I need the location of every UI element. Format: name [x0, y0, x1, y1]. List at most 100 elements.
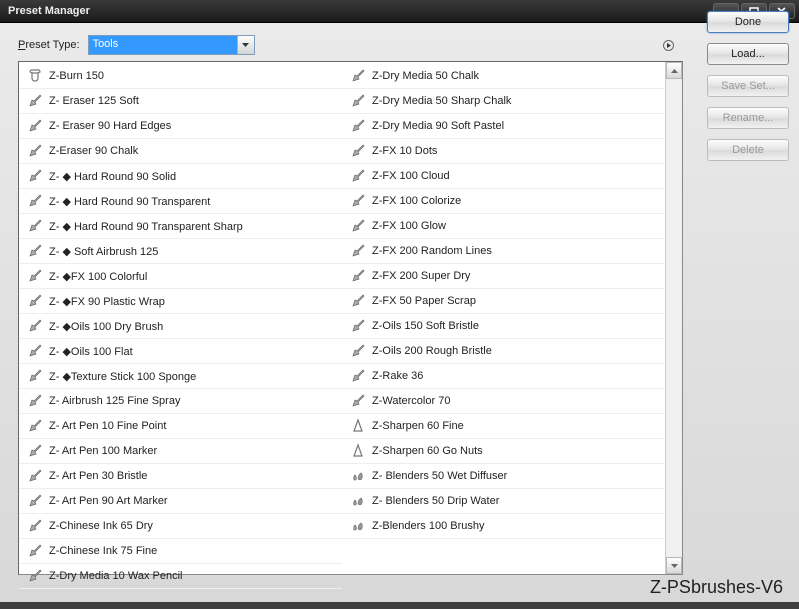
brush-icon — [27, 468, 43, 484]
preset-item-label: Z-Sharpen 60 Go Nuts — [372, 445, 483, 457]
preset-list-column: Z-Burn 150 Z- Eraser 125 Soft Z- Eraser 90… — [19, 62, 342, 574]
preset-item[interactable]: Z- ◆ Hard Round 90 Transparent Sharp — [19, 214, 342, 239]
preset-item-label: Z- ◆FX 100 Colorful — [49, 270, 147, 283]
done-button[interactable]: Done — [707, 11, 789, 33]
brush-icon — [350, 193, 366, 209]
preset-item-label: Z- ◆Texture Stick 100 Sponge — [49, 370, 196, 383]
chevron-down-icon[interactable] — [237, 36, 254, 54]
preset-item[interactable]: Z- ◆ Hard Round 90 Solid — [19, 164, 342, 189]
watermark-text: Z-PSbrushes-V6 — [650, 577, 783, 598]
smudge-icon — [350, 518, 366, 534]
preset-item-label: Z-FX 200 Super Dry — [372, 270, 470, 282]
preset-item-label: Z-FX 10 Dots — [372, 145, 437, 157]
preset-item-label: Z- Art Pen 30 Bristle — [49, 470, 147, 482]
preset-item[interactable]: Z- Eraser 90 Hard Edges — [19, 114, 342, 139]
preset-item[interactable]: Z-Dry Media 50 Chalk — [342, 64, 665, 89]
preset-item[interactable]: Z-Sharpen 60 Fine — [342, 414, 665, 439]
preset-item[interactable]: Z-Oils 150 Soft Bristle — [342, 314, 665, 339]
preset-type-combo[interactable]: Tools — [88, 35, 255, 55]
preset-item-label: Z- ◆FX 90 Plastic Wrap — [49, 295, 165, 308]
brush-icon — [27, 393, 43, 409]
preset-item[interactable]: Z- Blenders 50 Wet Diffuser — [342, 464, 665, 489]
preset-item[interactable]: Z-FX 200 Random Lines — [342, 239, 665, 264]
preset-item[interactable]: Z-FX 200 Super Dry — [342, 264, 665, 289]
preset-item-label: Z-FX 100 Glow — [372, 220, 446, 232]
brush-icon — [350, 243, 366, 259]
preset-item[interactable]: Z- Art Pen 100 Marker — [19, 439, 342, 464]
delete-button[interactable]: Delete — [707, 139, 789, 161]
brush-icon — [350, 268, 366, 284]
brush-icon — [27, 293, 43, 309]
load-button[interactable]: Load... — [707, 43, 789, 65]
preset-item-label: Z-FX 200 Random Lines — [372, 245, 492, 257]
preset-item[interactable]: Z-Oils 200 Rough Bristle — [342, 339, 665, 364]
preset-item-label: Z-Dry Media 50 Sharp Chalk — [372, 95, 511, 107]
preset-item[interactable]: Z-FX 100 Cloud — [342, 164, 665, 189]
preset-item[interactable]: Z-FX 50 Paper Scrap — [342, 289, 665, 314]
preset-item[interactable]: Z- Airbrush 125 Fine Spray — [19, 389, 342, 414]
brush-icon — [27, 268, 43, 284]
preset-item[interactable]: Z-FX 100 Glow — [342, 214, 665, 239]
brush-icon — [350, 218, 366, 234]
brush-icon — [350, 68, 366, 84]
preset-item[interactable]: Z- ◆ Hard Round 90 Transparent — [19, 189, 342, 214]
preset-item-label: Z- ◆ Soft Airbrush 125 — [49, 245, 158, 258]
preset-item-label: Z- ◆ Hard Round 90 Solid — [49, 170, 176, 183]
preset-item[interactable]: Z- ◆FX 90 Plastic Wrap — [19, 289, 342, 314]
preset-item[interactable]: Z- ◆ Soft Airbrush 125 — [19, 239, 342, 264]
titlebar: Preset Manager — [0, 0, 799, 23]
preset-item[interactable]: Z-FX 10 Dots — [342, 139, 665, 164]
rename-button[interactable]: Rename... — [707, 107, 789, 129]
preset-item[interactable]: Z-Dry Media 10 Wax Pencil — [19, 564, 342, 589]
preset-item[interactable]: Z- Art Pen 10 Fine Point — [19, 414, 342, 439]
preset-item[interactable]: Z- Blenders 50 Drip Water — [342, 489, 665, 514]
brush-icon — [27, 543, 43, 559]
preset-item-label: Z- Blenders 50 Drip Water — [372, 495, 499, 507]
preset-item[interactable]: Z- ◆FX 100 Colorful — [19, 264, 342, 289]
preset-item[interactable]: Z- ◆Oils 100 Dry Brush — [19, 314, 342, 339]
preset-item-label: Z-Rake 36 — [372, 370, 423, 382]
brush-icon — [27, 568, 43, 584]
preset-item[interactable]: Z-Chinese Ink 75 Fine — [19, 539, 342, 564]
brush-icon — [27, 368, 43, 384]
sharpen-icon — [350, 418, 366, 434]
preset-item-label: Z- Blenders 50 Wet Diffuser — [372, 470, 507, 482]
brush-icon — [350, 143, 366, 159]
preset-item[interactable]: Z- Art Pen 90 Art Marker — [19, 489, 342, 514]
flyout-menu-icon[interactable] — [661, 38, 675, 52]
preset-item-label: Z-Dry Media 50 Chalk — [372, 70, 479, 82]
preset-item-label: Z-Watercolor 70 — [372, 395, 450, 407]
preset-item[interactable]: Z-Chinese Ink 65 Dry — [19, 514, 342, 539]
preset-item[interactable]: Z- Eraser 125 Soft — [19, 89, 342, 114]
preset-item-label: Z-FX 100 Colorize — [372, 195, 461, 207]
preset-item[interactable]: Z- ◆Oils 100 Flat — [19, 339, 342, 364]
preset-item-label: Z-Chinese Ink 65 Dry — [49, 520, 153, 532]
preset-item-label: Z- Eraser 125 Soft — [49, 95, 139, 107]
preset-item[interactable]: Z-Rake 36 — [342, 364, 665, 389]
preset-item[interactable]: Z-Watercolor 70 — [342, 389, 665, 414]
preset-item[interactable]: Z-Burn 150 — [19, 64, 342, 89]
preset-item[interactable]: Z- Art Pen 30 Bristle — [19, 464, 342, 489]
scroll-up-button[interactable] — [666, 62, 682, 79]
preset-item[interactable]: Z-Blenders 100 Brushy — [342, 514, 665, 539]
preset-item[interactable]: Z-Eraser 90 Chalk — [19, 139, 342, 164]
preset-type-label: Preset Type: — [18, 39, 80, 51]
preset-item[interactable]: Z-Sharpen 60 Go Nuts — [342, 439, 665, 464]
brush-icon — [27, 218, 43, 234]
brush-icon — [27, 168, 43, 184]
side-buttons: Done Load... Save Set... Rename... Delet… — [707, 11, 789, 575]
preset-item[interactable]: Z- ◆Texture Stick 100 Sponge — [19, 364, 342, 389]
brush-icon — [350, 93, 366, 109]
preset-item-label: Z-FX 50 Paper Scrap — [372, 295, 476, 307]
preset-item-label: Z- ◆ Hard Round 90 Transparent — [49, 195, 210, 208]
brush-icon — [350, 343, 366, 359]
scrollbar[interactable] — [665, 62, 682, 574]
preset-item[interactable]: Z-FX 100 Colorize — [342, 189, 665, 214]
sharpen-icon — [350, 443, 366, 459]
brush-icon — [27, 318, 43, 334]
save-set-button[interactable]: Save Set... — [707, 75, 789, 97]
preset-item[interactable]: Z-Dry Media 50 Sharp Chalk — [342, 89, 665, 114]
preset-type-value: Tools — [89, 36, 237, 54]
preset-item[interactable]: Z-Dry Media 90 Soft Pastel — [342, 114, 665, 139]
scroll-down-button[interactable] — [666, 557, 682, 574]
